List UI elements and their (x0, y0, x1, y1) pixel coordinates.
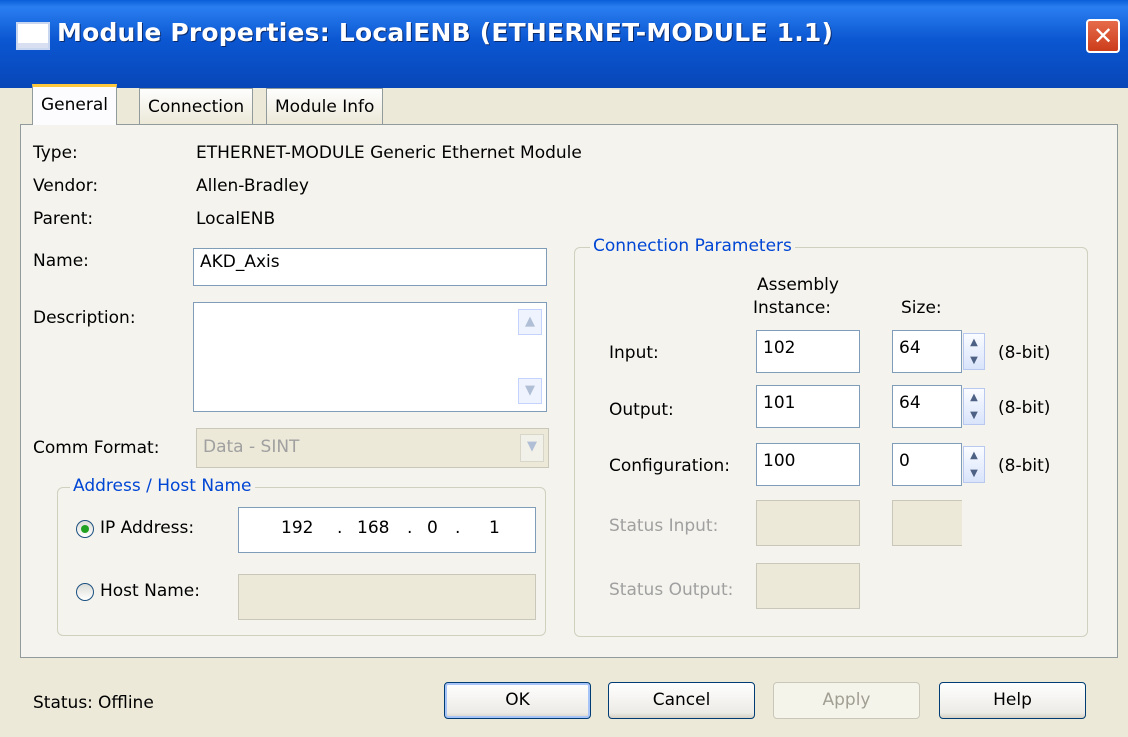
status-value: Offline (98, 693, 154, 713)
input-unit: (8-bit) (998, 343, 1051, 363)
ip-address-label: IP Address: (100, 518, 195, 538)
ip-octet-3: 0 (427, 518, 438, 538)
name-input[interactable]: AKD_Axis (193, 248, 547, 286)
parent-label: Parent: (33, 209, 94, 229)
help-button[interactable]: Help (939, 682, 1086, 719)
status-output-label: Status Output: (609, 580, 734, 600)
input-size-spinner[interactable]: ▲ ▼ (963, 333, 985, 370)
vendor-label: Vendor: (33, 176, 99, 196)
apply-button[interactable]: Apply (773, 682, 920, 719)
input-label: Input: (609, 343, 659, 363)
configuration-size-spinner[interactable]: ▲ ▼ (963, 446, 985, 483)
scroll-up-icon[interactable]: ▲ (518, 309, 542, 335)
status-input-instance-field[interactable] (756, 500, 860, 546)
ip-address-field[interactable]: 192 . 168 . 0 . 1 (238, 507, 536, 553)
tab-general[interactable]: General (32, 84, 117, 125)
input-instance-field[interactable]: 102 (756, 330, 860, 373)
output-instance-field[interactable]: 101 (756, 385, 860, 428)
type-label: Type: (33, 143, 78, 163)
parent-value: LocalENB (196, 209, 276, 229)
description-textarea[interactable] (193, 302, 547, 412)
spin-down-icon[interactable]: ▼ (964, 407, 984, 425)
comm-format-label: Comm Format: (33, 438, 160, 458)
output-unit: (8-bit) (998, 398, 1051, 418)
description-label: Description: (33, 308, 136, 328)
ip-address-radio[interactable] (76, 520, 94, 538)
comm-format-select[interactable]: Data - SINT (196, 428, 549, 468)
host-name-radio[interactable] (76, 583, 94, 601)
output-label: Output: (609, 400, 674, 420)
tab-connection[interactable]: Connection (139, 88, 254, 124)
status-label: Status: (33, 693, 93, 713)
status-input-label: Status Input: (609, 516, 719, 536)
ok-button[interactable]: OK (444, 682, 591, 719)
ip-dot-3: . (455, 518, 461, 538)
title-bar: Module Properties: LocalENB (ETHERNET-MO… (0, 0, 1128, 89)
status-input-size-field[interactable] (892, 500, 962, 546)
type-value: ETHERNET-MODULE Generic Ethernet Module (196, 143, 582, 163)
spin-up-icon[interactable]: ▲ (964, 334, 984, 352)
spin-up-icon[interactable]: ▲ (964, 447, 984, 465)
assembly-header: Assembly (757, 275, 839, 295)
instance-header: Instance: (753, 298, 832, 318)
address-group-legend: Address / Host Name (70, 476, 255, 496)
input-size-field[interactable]: 64 (892, 330, 962, 373)
ip-dot-2: . (407, 518, 413, 538)
size-header: Size: (901, 298, 942, 318)
ip-octet-2: 168 (357, 518, 390, 538)
ip-octet-4: 1 (489, 518, 500, 538)
vendor-value: Allen-Bradley (196, 176, 309, 196)
status-output-instance-field[interactable] (756, 563, 860, 609)
cancel-button[interactable]: Cancel (608, 682, 755, 719)
spin-down-icon[interactable]: ▼ (964, 352, 984, 370)
close-icon[interactable]: ✕ (1086, 19, 1120, 53)
spin-down-icon[interactable]: ▼ (964, 465, 984, 483)
configuration-instance-field[interactable]: 100 (756, 443, 860, 486)
tab-module-info[interactable]: Module Info (266, 88, 384, 124)
configuration-label: Configuration: (609, 456, 731, 476)
host-name-field[interactable] (238, 574, 536, 620)
host-name-label: Host Name: (100, 581, 200, 601)
scroll-down-icon[interactable]: ▼ (518, 378, 542, 404)
output-size-spinner[interactable]: ▲ ▼ (963, 388, 985, 425)
ip-octet-1: 192 (281, 518, 314, 538)
chevron-down-icon[interactable]: ▼ (520, 434, 544, 462)
configuration-size-field[interactable]: 0 (892, 443, 962, 486)
connection-parameters-legend: Connection Parameters (590, 236, 795, 256)
window-icon (16, 22, 50, 50)
name-label: Name: (33, 251, 89, 271)
configuration-unit: (8-bit) (998, 456, 1051, 476)
ip-dot-1: . (337, 518, 343, 538)
output-size-field[interactable]: 64 (892, 385, 962, 428)
window-title: Module Properties: LocalENB (ETHERNET-MO… (57, 18, 834, 47)
spin-up-icon[interactable]: ▲ (964, 389, 984, 407)
radio-selected-dot (81, 525, 89, 533)
